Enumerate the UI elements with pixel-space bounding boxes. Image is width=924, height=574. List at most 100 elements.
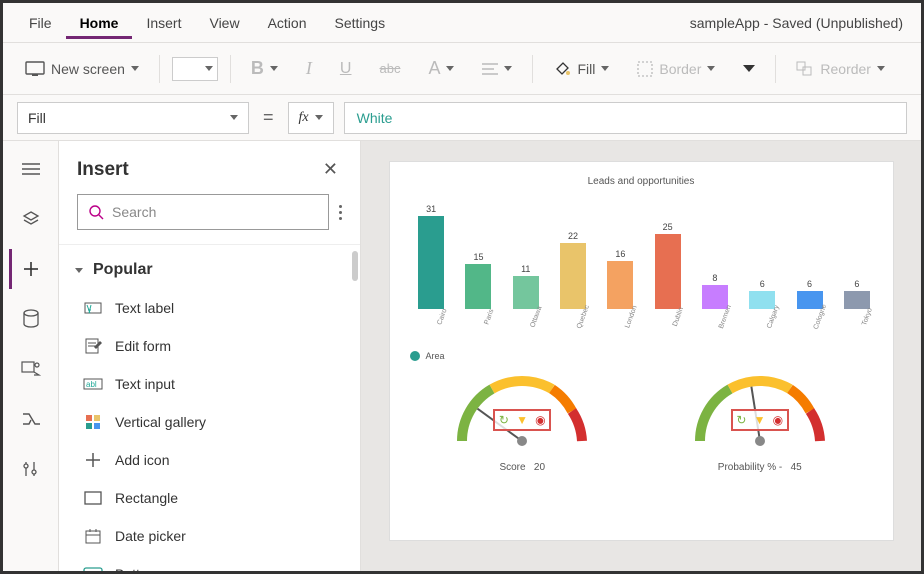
chevron-down-icon [205,66,213,71]
rail-layers-icon[interactable] [11,199,51,239]
body: Insert ✕ Search Popular Text label Edit f… [3,141,921,571]
insert-item-gallery[interactable]: Vertical gallery [69,403,360,441]
gauge-caption: Probability % - 45 [670,462,850,473]
search-input[interactable]: Search [77,194,329,230]
bar [749,291,775,309]
insert-pane: Insert ✕ Search Popular Text label Edit f… [59,141,361,571]
item-label: Add icon [115,452,169,468]
group-popular[interactable]: Popular [69,251,360,289]
property-select[interactable]: Fill [17,102,249,134]
gauges-row: ↻▼◉ Score 20 ↻▼◉Probability % - 45 [404,371,879,473]
item-label: Button [115,566,155,571]
rail-tree-icon[interactable] [11,149,51,189]
rail-flows-icon[interactable] [11,399,51,439]
chevron-down-icon [601,66,609,71]
left-rail [3,141,59,571]
text-input-icon: abl [83,374,103,394]
font-color-button[interactable]: A [420,54,462,83]
insert-item-text-label[interactable]: Text label [69,289,360,327]
rail-media-icon[interactable] [11,349,51,389]
screen-icon [25,61,45,77]
chevron-down-icon [230,115,238,120]
insert-item-button[interactable]: Button [69,555,360,571]
more-options-icon[interactable] [339,205,342,220]
reorder-label: Reorder [820,61,871,77]
reorder-button[interactable]: Reorder [788,57,893,81]
fill-button[interactable]: Fill [545,56,617,82]
gauge: ↻▼◉Probability % - 45 [670,371,850,473]
gauge-caption: Score 20 [432,462,612,473]
bar-chart: 3115112216258666 [404,199,879,309]
bar [844,291,870,309]
menu-home[interactable]: Home [66,7,133,39]
pane-title: Insert [77,159,129,181]
rail-settings-icon[interactable] [11,449,51,489]
menu-view[interactable]: View [195,7,253,39]
fx-label: fx [299,110,309,126]
chevron-down-icon [75,268,83,273]
bar [418,216,444,309]
italic-button[interactable]: I [298,54,320,83]
menu-action[interactable]: Action [254,7,321,39]
bar [607,261,633,309]
bar [655,234,681,309]
ribbon: New screen B I U abc A Fill Border [3,43,921,95]
align-button[interactable] [474,58,520,80]
rail-insert-icon[interactable] [9,249,49,289]
group-label: Popular [93,261,153,279]
canvas-area[interactable]: Leads and opportunities 3115112216258666… [361,141,921,571]
theme-swatch[interactable] [172,57,218,81]
chevron-down-icon [707,66,715,71]
item-label: Text input [115,376,175,392]
bar-value: 15 [473,252,483,262]
bold-button[interactable]: B [243,54,286,83]
formula-input[interactable]: White [344,102,907,134]
insert-item-date-picker[interactable]: Date picker [69,517,360,555]
insert-item-edit-form[interactable]: Edit form [69,327,360,365]
paint-bucket-icon [553,60,571,78]
menu-file[interactable]: File [15,7,66,39]
border-label: Border [659,61,701,77]
scrollbar[interactable] [352,251,358,281]
bar-value: 6 [760,279,765,289]
bar [465,264,491,309]
formula-bar: Fill = fx White [3,95,921,141]
border-button[interactable]: Border [629,57,723,81]
strike-button[interactable]: abc [371,57,408,80]
menu-bar: File Home Insert View Action Settings sa… [3,3,921,43]
rectangle-icon [83,488,103,508]
menu-insert[interactable]: Insert [132,7,195,39]
menu-settings[interactable]: Settings [321,7,400,39]
new-screen-button[interactable]: New screen [17,57,147,81]
item-label: Text label [115,300,174,316]
insert-item-text-input[interactable]: abl Text input [69,365,360,403]
underline-button[interactable]: U [332,56,360,82]
reorder-icon [796,61,814,77]
bar [560,243,586,309]
gauge-highlight: ↻▼◉ [493,409,551,431]
bar [513,276,539,309]
item-label: Rectangle [115,490,178,506]
new-screen-label: New screen [51,61,125,77]
gallery-icon [83,412,103,432]
canvas-screen[interactable]: Leads and opportunities 3115112216258666… [389,161,894,541]
legend-label: Area [426,351,445,361]
svg-text:abl: abl [86,380,97,389]
rail-data-icon[interactable] [11,299,51,339]
edit-form-icon [83,336,103,356]
bar-column: 31 [410,204,453,309]
insert-item-add-icon[interactable]: Add icon [69,441,360,479]
chevron-down-icon [315,115,323,120]
bar-value: 8 [712,273,717,283]
bar-value: 22 [568,231,578,241]
item-label: Vertical gallery [115,414,206,430]
text-label-icon [83,298,103,318]
bar-value: 25 [663,222,673,232]
expand-button[interactable] [735,61,763,76]
close-icon[interactable]: ✕ [319,155,342,184]
insert-list: Popular Text label Edit form abl Text input… [59,245,360,571]
fx-button[interactable]: fx [288,102,334,134]
insert-item-rectangle[interactable]: Rectangle [69,479,360,517]
bar-value: 31 [426,204,436,214]
app-window: File Home Insert View Action Settings sa… [0,0,924,574]
